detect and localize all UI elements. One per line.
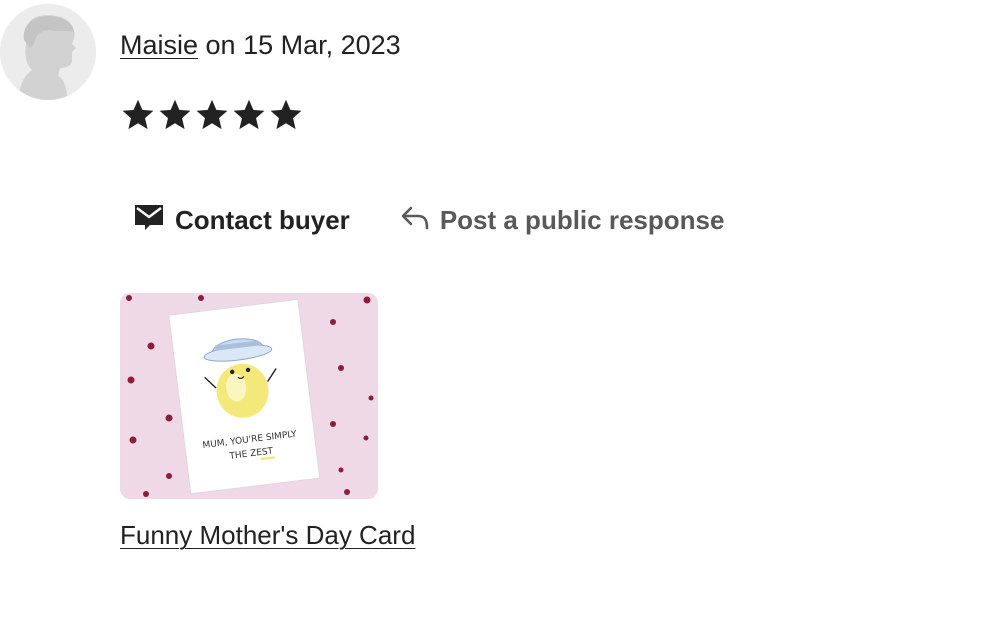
star-icon — [196, 99, 228, 130]
review-actions: Contact buyer Post a public response — [133, 202, 724, 239]
star-icon — [122, 99, 154, 130]
post-public-response-button[interactable]: Post a public response — [400, 204, 725, 237]
star-icon — [233, 99, 265, 130]
reviewer-avatar — [0, 4, 96, 100]
contact-buyer-button[interactable]: Contact buyer — [133, 202, 350, 239]
contact-buyer-label: Contact buyer — [175, 205, 350, 235]
listing-title-link[interactable]: Funny Mother's Day Card — [120, 520, 415, 551]
star-rating — [120, 96, 304, 134]
star-icon — [159, 99, 191, 130]
post-public-response-label: Post a public response — [439, 205, 725, 235]
review-date: on 15 Mar, 2023 — [198, 30, 401, 60]
reviewer-name-link[interactable]: Maisie — [120, 30, 198, 60]
review-byline: Maisie on 15 Mar, 2023 — [120, 30, 401, 61]
listing-thumbnail[interactable]: MUM, YOU'RE SIMPLY THE ZEST — [120, 293, 378, 499]
reply-arrow-icon — [400, 204, 430, 237]
star-icon — [270, 99, 302, 130]
envelope-message-icon — [133, 202, 165, 239]
